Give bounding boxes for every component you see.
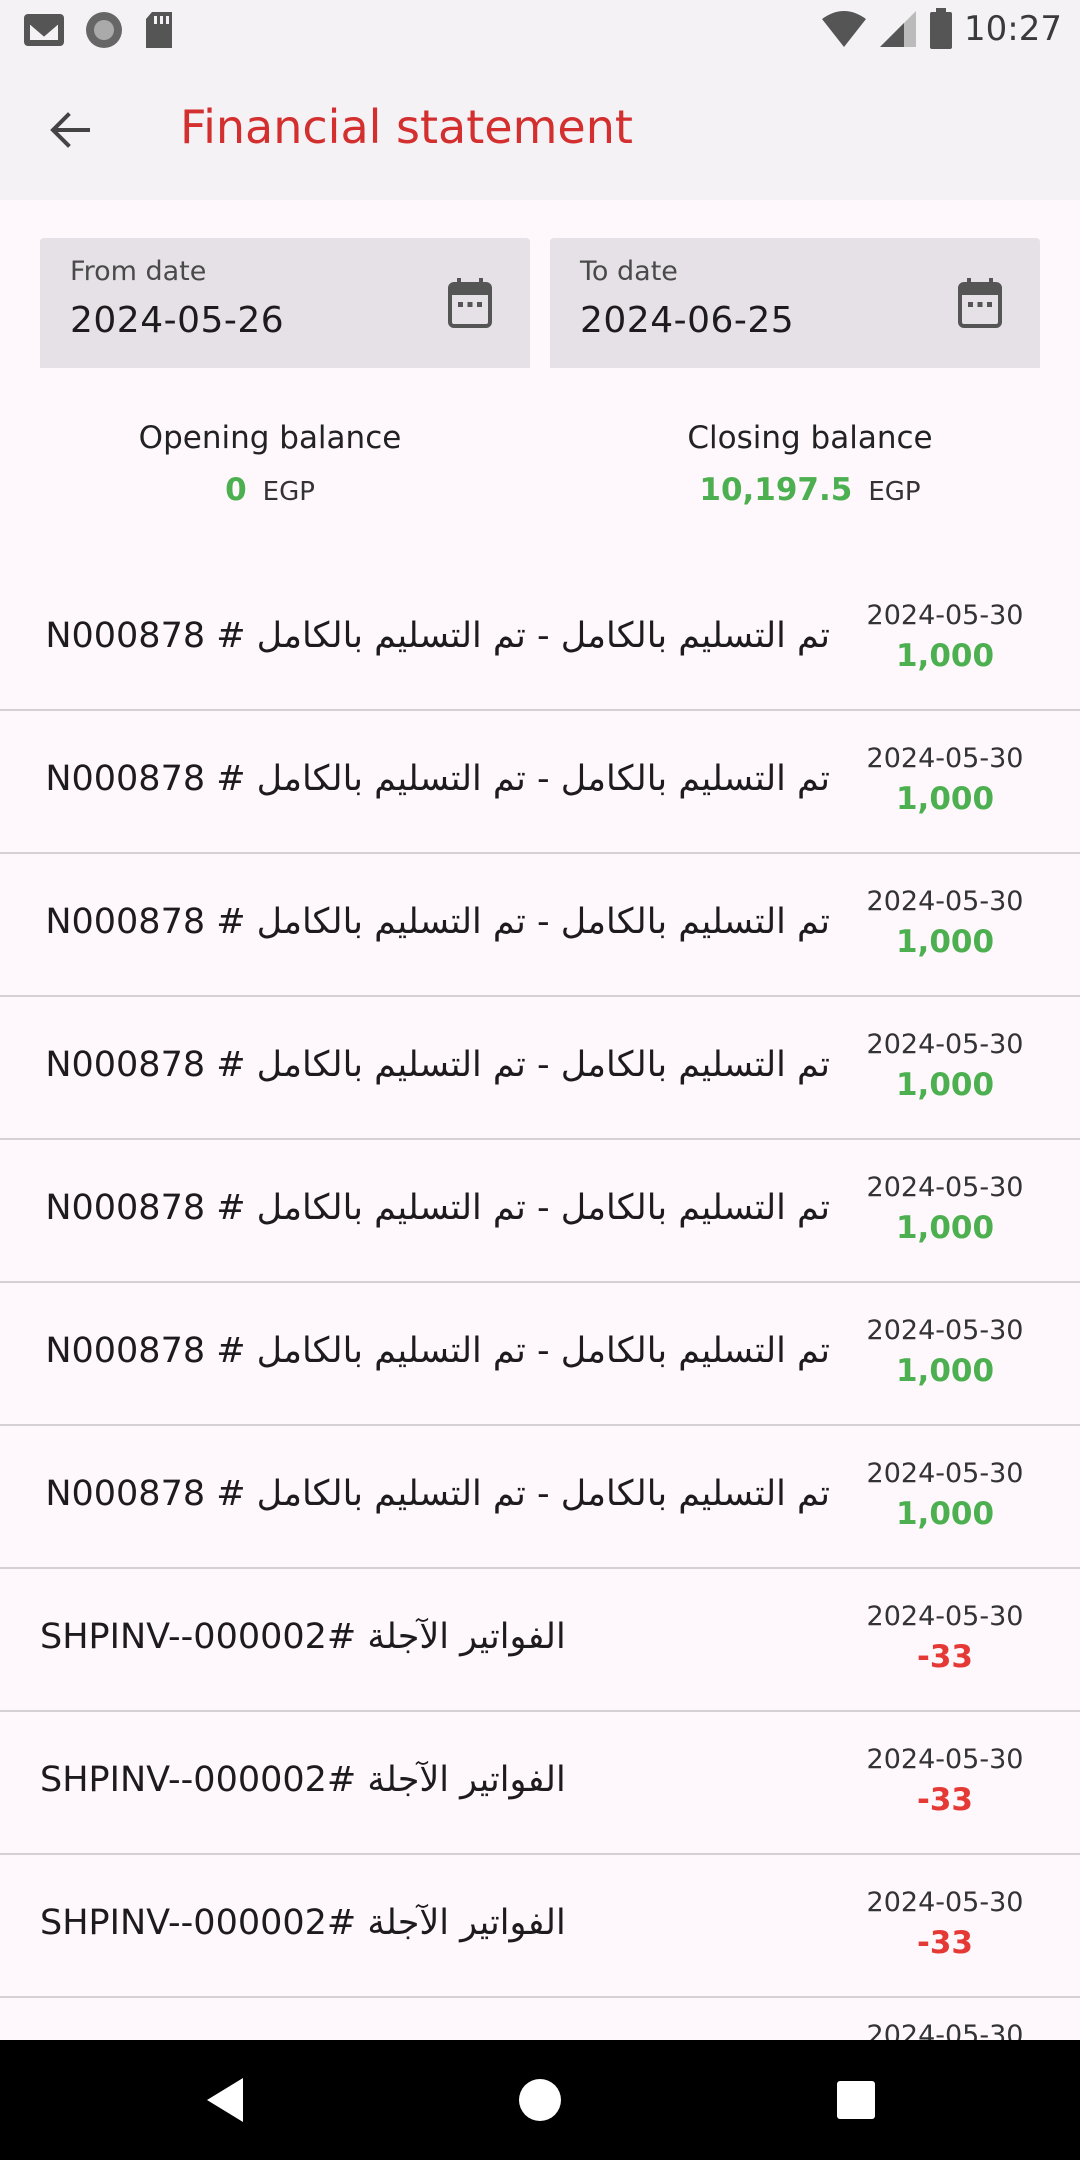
transaction-row[interactable]: الفواتير الآجلة #SHPINV--000002 2024-05-… (0, 1569, 1080, 1712)
gmail-icon (24, 14, 64, 46)
transaction-description: الفواتير الآجلة #SHPINV--000002 (40, 1617, 566, 1657)
transaction-row[interactable]: الفواتير الآجلة #SHPINV--000002 2024-05-… (0, 1855, 1080, 1998)
transaction-row[interactable]: تم التسليم بالكامل - تم التسليم بالكامل … (0, 1140, 1080, 1283)
from-date-label: From date (70, 256, 207, 287)
transaction-row[interactable]: تم التسليم بالكامل - تم التسليم بالكامل … (0, 1283, 1080, 1426)
transaction-date: 2024-05-30 (866, 886, 1024, 917)
status-bar: 10:27 (0, 0, 1080, 60)
transaction-amount: -33 (916, 1925, 973, 1961)
home-circle-icon (519, 2079, 561, 2121)
transaction-date: 2024-05-30 (866, 1315, 1024, 1346)
transaction-date: 2024-05-30 (866, 1458, 1024, 1489)
transaction-description: الفواتير الآجلة #SHPINV--000002 (40, 1903, 566, 1943)
transaction-date: 2024-05-30 (866, 1601, 1024, 1632)
status-clock: 10:27 (964, 9, 1062, 49)
transaction-date: 2024-05-30 (866, 743, 1024, 774)
transaction-date: 2024-05-30 (866, 1029, 1024, 1060)
transaction-description: تم التسليم بالكامل - تم التسليم بالكامل … (40, 1331, 830, 1371)
back-triangle-icon (207, 2078, 243, 2122)
transaction-description: تم التسليم بالكامل - تم التسليم بالكامل … (40, 616, 830, 656)
calendar-icon[interactable] (956, 276, 1004, 330)
transaction-description: تم التسليم بالكامل - تم التسليم بالكامل … (40, 902, 830, 942)
transaction-amount: 1,000 (895, 924, 995, 960)
transaction-list[interactable]: تم التسليم بالكامل - تم التسليم بالكامل … (0, 568, 1080, 2048)
from-date-value: 2024-05-26 (70, 300, 285, 341)
app-bar: Financial statement (0, 60, 1080, 200)
transaction-description: تم التسليم بالكامل - تم التسليم بالكامل … (40, 1045, 830, 1085)
system-nav-bar (0, 2040, 1080, 2160)
page-title: Financial statement (180, 100, 633, 154)
transaction-date: 2024-05-30 (866, 600, 1024, 631)
transaction-description: تم التسليم بالكامل - تم التسليم بالكامل … (40, 1474, 830, 1514)
circle-icon (86, 12, 122, 48)
transaction-row[interactable]: تم التسليم بالكامل - تم التسليم بالكامل … (0, 711, 1080, 854)
transaction-description: تم التسليم بالكامل - تم التسليم بالكامل … (40, 759, 830, 799)
transaction-row[interactable]: تم التسليم بالكامل - تم التسليم بالكامل … (0, 1426, 1080, 1569)
back-button[interactable] (38, 98, 102, 162)
transaction-date: 2024-05-30 (866, 1887, 1024, 1918)
transaction-description: تم التسليم بالكامل - تم التسليم بالكامل … (40, 1188, 830, 1228)
wifi-icon (822, 11, 867, 47)
closing-balance: Closing balance 10,197.5 EGP (540, 420, 1080, 508)
opening-balance-title: Opening balance (138, 420, 402, 456)
transaction-date: 2024-05-30 (866, 1172, 1024, 1203)
opening-balance-amount: 0 (225, 472, 247, 508)
transaction-amount: 1,000 (895, 1353, 995, 1389)
transaction-amount: -33 (916, 1639, 973, 1675)
transaction-row[interactable]: تم التسليم بالكامل - تم التسليم بالكامل … (0, 997, 1080, 1140)
opening-balance-currency: EGP (262, 477, 315, 507)
to-date-label: To date (580, 256, 678, 287)
arrow-back-icon (50, 112, 90, 148)
opening-balance: Opening balance 0 EGP (0, 420, 540, 508)
closing-balance-amount: 10,197.5 (699, 472, 853, 508)
transaction-amount: -33 (916, 1782, 973, 1818)
to-date-field[interactable]: To date 2024-06-25 (550, 238, 1040, 368)
transaction-amount: 1,000 (895, 1210, 995, 1246)
calendar-icon[interactable] (446, 276, 494, 330)
closing-balance-line: 10,197.5 EGP (540, 472, 1080, 508)
nav-recents-button[interactable] (826, 2070, 886, 2130)
transaction-date: 2024-05-30 (866, 1744, 1024, 1775)
from-date-field[interactable]: From date 2024-05-26 (40, 238, 530, 368)
nav-home-button[interactable] (510, 2070, 570, 2130)
nav-back-button[interactable] (195, 2070, 255, 2130)
signal-icon (880, 11, 917, 47)
opening-balance-line: 0 EGP (0, 472, 540, 508)
transaction-description: الفواتير الآجلة #SHPINV--000002 (40, 1760, 566, 1800)
transaction-row[interactable]: الفواتير الآجلة #SHPINV--000002 2024-05-… (0, 1712, 1080, 1855)
transaction-row[interactable]: تم التسليم بالكامل - تم التسليم بالكامل … (0, 854, 1080, 997)
transaction-amount: 1,000 (895, 638, 995, 674)
closing-balance-currency: EGP (868, 477, 921, 507)
transaction-amount: 1,000 (895, 1067, 995, 1103)
closing-balance-title: Closing balance (687, 420, 933, 456)
status-icons-left (22, 10, 176, 50)
recents-square-icon (837, 2081, 875, 2119)
transaction-amount: 1,000 (895, 781, 995, 817)
transaction-amount: 1,000 (895, 1496, 995, 1532)
battery-icon (930, 8, 953, 49)
status-icons-right: 10:27 (820, 8, 1062, 50)
sd-card-icon (146, 12, 172, 48)
transaction-row[interactable]: تم التسليم بالكامل - تم التسليم بالكامل … (0, 568, 1080, 711)
to-date-value: 2024-06-25 (580, 300, 795, 341)
